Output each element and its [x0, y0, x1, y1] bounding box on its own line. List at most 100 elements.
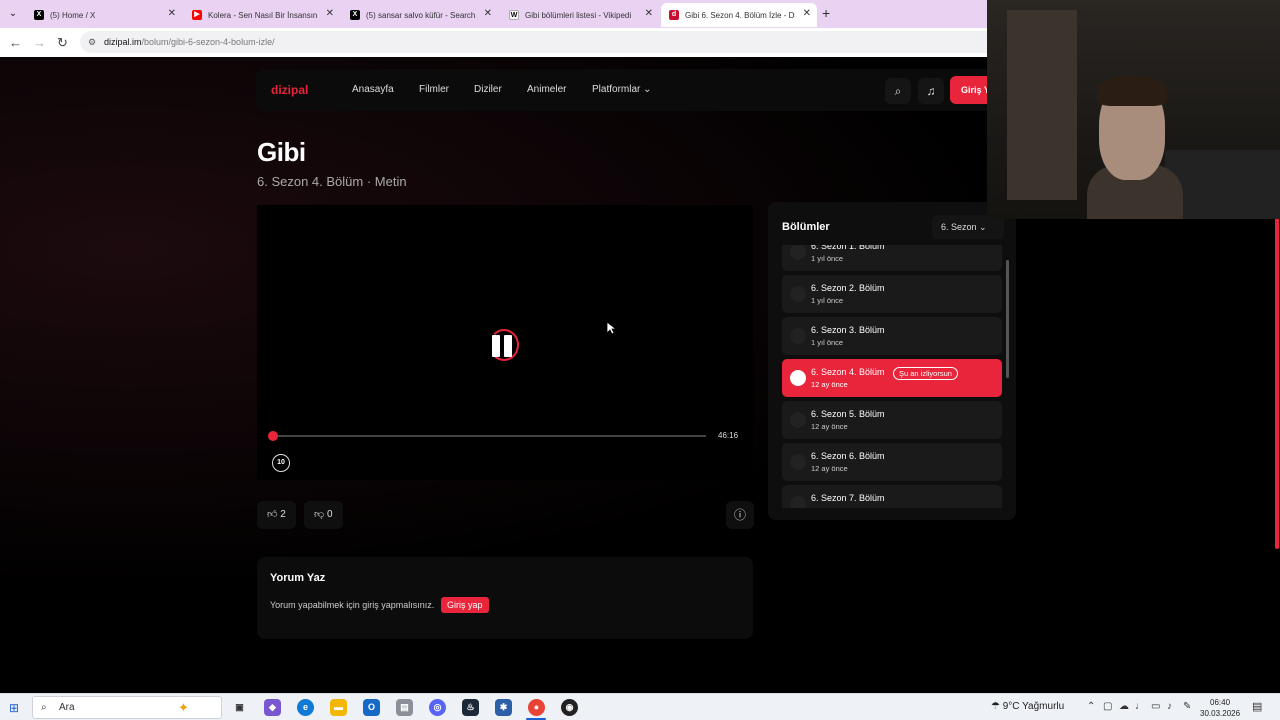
reload-icon[interactable]: ↻ — [57, 35, 68, 51]
episode-thumb — [790, 328, 806, 344]
browser-tab[interactable]: X (5) sansar salvo küfür - Search ✕ — [342, 3, 498, 27]
episode-item[interactable]: 6. Sezon 3. Bölüm 1 yıl önce — [782, 317, 1002, 355]
microphone-icon[interactable]: ♩ — [1135, 701, 1145, 712]
new-tab-plus-icon[interactable]: + — [822, 5, 830, 21]
x-logo-icon: X — [34, 10, 44, 20]
system-clock[interactable]: 06:40 30.03.2026 — [1200, 697, 1240, 719]
webcam-background — [1007, 10, 1077, 200]
comment-login-button[interactable]: Giriş yap — [441, 597, 489, 613]
tray-app-icon[interactable]: ▢ — [1103, 701, 1112, 712]
notification-icon[interactable]: ▤ — [1252, 700, 1262, 713]
nav-link-home[interactable]: Anasayfa — [352, 84, 394, 95]
episode-item[interactable]: 6. Sezon 7. Bölüm 12 ay önce — [782, 485, 1002, 508]
episode-date: 1 yıl önce — [811, 296, 844, 305]
progress-track[interactable] — [272, 435, 706, 437]
close-tab-icon[interactable]: ✕ — [484, 8, 492, 19]
edge-icon[interactable]: e — [297, 699, 314, 716]
nav-link-movies[interactable]: Filmler — [419, 84, 449, 95]
episode-item[interactable]: 6. Sezon 2. Bölüm 1 yıl önce — [782, 275, 1002, 313]
obs-icon[interactable]: ◉ — [561, 699, 578, 716]
search-icon[interactable]: ⌕ — [885, 78, 911, 104]
task-view-icon[interactable]: ▣ — [231, 699, 248, 716]
x-logo-icon: X — [350, 10, 360, 20]
forward-arrow-icon[interactable]: → — [33, 35, 46, 50]
app-icon[interactable]: ▤ — [396, 699, 413, 716]
close-tab-icon[interactable]: ✕ — [326, 8, 334, 19]
nav-link-series[interactable]: Diziler — [474, 84, 502, 95]
copilot-sparkle-icon: ✦ — [178, 700, 189, 715]
comment-section: Yorum Yaz Yorum yapabilmek için giriş ya… — [257, 557, 753, 639]
comment-login-notice: Yorum yapabilmek için giriş yapmalısınız… — [270, 600, 435, 610]
pause-button[interactable] — [489, 329, 519, 361]
windows-start-icon[interactable]: ⊞ — [9, 701, 19, 715]
episode-title: 6. Sezon 4. Bölüm — [811, 367, 885, 377]
page-scrollbar[interactable] — [1275, 215, 1279, 549]
discord-icon[interactable]: ◎ — [429, 699, 446, 716]
network-icon[interactable]: ▭ — [1151, 701, 1160, 712]
like-button[interactable]: 👍︎ 2 — [257, 501, 296, 529]
episode-list-scrollbar[interactable] — [1006, 260, 1009, 378]
nav-link-anime[interactable]: Animeler — [527, 84, 566, 95]
steam-icon[interactable]: ♨ — [462, 699, 479, 716]
episode-title: 6. Sezon 7. Bölüm — [811, 493, 885, 503]
app-icon[interactable]: ✱ — [495, 699, 512, 716]
outlook-icon[interactable]: O — [363, 699, 380, 716]
copilot-icon[interactable]: ◆ — [264, 699, 281, 716]
episode-subtitle: 6. Sezon 4. Bölüm · Metin — [257, 174, 407, 189]
tray-app-icon[interactable]: ☁ — [1119, 701, 1129, 712]
episode-date: 12 ay önce — [811, 506, 848, 508]
episode-item[interactable]: 6. Sezon 1. Bölüm 1 yıl önce — [782, 245, 1002, 271]
episode-title: 6. Sezon 3. Bölüm — [811, 325, 885, 335]
webcam-person — [1097, 76, 1167, 106]
browser-tab[interactable]: X (5) Home / X ✕ — [26, 3, 182, 27]
file-explorer-icon[interactable]: ▬ — [330, 699, 347, 716]
cloud-rain-icon: ☂ — [991, 701, 1000, 712]
episode-item[interactable]: 6. Sezon 6. Bölüm 12 ay önce — [782, 443, 1002, 481]
episode-item-current[interactable]: 6. Sezon 4. Bölüm 12 ay önce Şu an izliyor… — [782, 359, 1002, 397]
thumbs-down-icon: 👎︎ — [314, 509, 325, 520]
thumbs-up-icon: 👍︎ — [267, 509, 278, 520]
video-player[interactable]: 46:16 10 — [257, 205, 753, 480]
episode-item[interactable]: 6. Sezon 5. Bölüm 12 ay önce — [782, 401, 1002, 439]
volume-icon[interactable]: ♪ — [1167, 701, 1172, 712]
info-icon[interactable]: ⓘ — [726, 501, 754, 529]
episode-title: 6. Sezon 1. Bölüm — [811, 245, 885, 251]
episode-thumb — [790, 245, 806, 260]
rewind-10-button[interactable]: 10 — [272, 454, 290, 472]
site-info-icon[interactable]: ⚙ — [88, 31, 96, 53]
mouse-cursor-icon — [606, 321, 616, 335]
episode-thumb — [790, 454, 806, 470]
episode-title: 6. Sezon 2. Bölüm — [811, 283, 885, 293]
episode-thumb — [790, 286, 806, 302]
browser-tab[interactable]: W Gibi bölümleri listesi - Vikipedi ✕ — [501, 3, 659, 27]
episodes-heading: Bölümler — [782, 221, 830, 233]
episode-date: 12 ay önce — [811, 464, 848, 473]
now-watching-badge: Şu an izliyorsun — [893, 367, 958, 380]
weather-widget[interactable]: ☂ 9°C Yağmurlu — [991, 701, 1064, 712]
episode-date: 1 yıl önce — [811, 338, 844, 347]
episode-list: 6. Sezon 1. Bölüm 1 yıl önce 6. Sezon 2. B… — [782, 245, 1002, 508]
site-logo[interactable]: dizipal — [271, 83, 308, 97]
play-indicator-icon — [790, 370, 806, 386]
close-tab-icon[interactable]: ✕ — [645, 8, 653, 19]
nav-link-platforms[interactable]: Platformlar ⌄ — [592, 84, 652, 95]
bell-icon[interactable]: ♫ — [918, 78, 944, 104]
browser-tab[interactable]: ▶ Kolera - Sen Nasıl Bir İnsansın ✕ — [184, 3, 340, 27]
progress-knob[interactable] — [268, 431, 278, 441]
taskbar: ⊞ ⌕ Ara ✦ ▣ ◆ e ▬ O ▤ ◎ ♨ ✱ ● ◉ ☂ 9°C Ya… — [0, 693, 1280, 720]
site-navbar: dizipal Anasayfa Filmler Diziler Animele… — [256, 69, 1010, 111]
browser-tab-active[interactable]: d Gibi 6. Sezon 4. Bölüm İzle - Di ✕ — [661, 3, 817, 27]
tab-search-dropdown-icon[interactable]: ⌄ — [4, 5, 22, 23]
webcam-overlay — [987, 0, 1280, 219]
close-tab-icon[interactable]: ✕ — [803, 8, 811, 19]
back-arrow-icon[interactable]: ← — [9, 35, 22, 50]
episode-date: 12 ay önce — [811, 422, 848, 431]
episode-title: 6. Sezon 5. Bölüm — [811, 409, 885, 419]
chrome-icon[interactable]: ● — [528, 699, 545, 716]
taskbar-search[interactable]: ⌕ Ara ✦ — [32, 696, 222, 719]
dislike-button[interactable]: 👎︎ 0 — [304, 501, 343, 529]
chevron-up-icon[interactable]: ⌃ — [1087, 701, 1095, 712]
episodes-panel: Bölümler 6. Sezon ⌄ 6. Sezon 1. Bölüm 1 y… — [768, 202, 1016, 520]
close-tab-icon[interactable]: ✕ — [168, 8, 176, 19]
pen-icon[interactable]: ✎ — [1183, 701, 1191, 712]
